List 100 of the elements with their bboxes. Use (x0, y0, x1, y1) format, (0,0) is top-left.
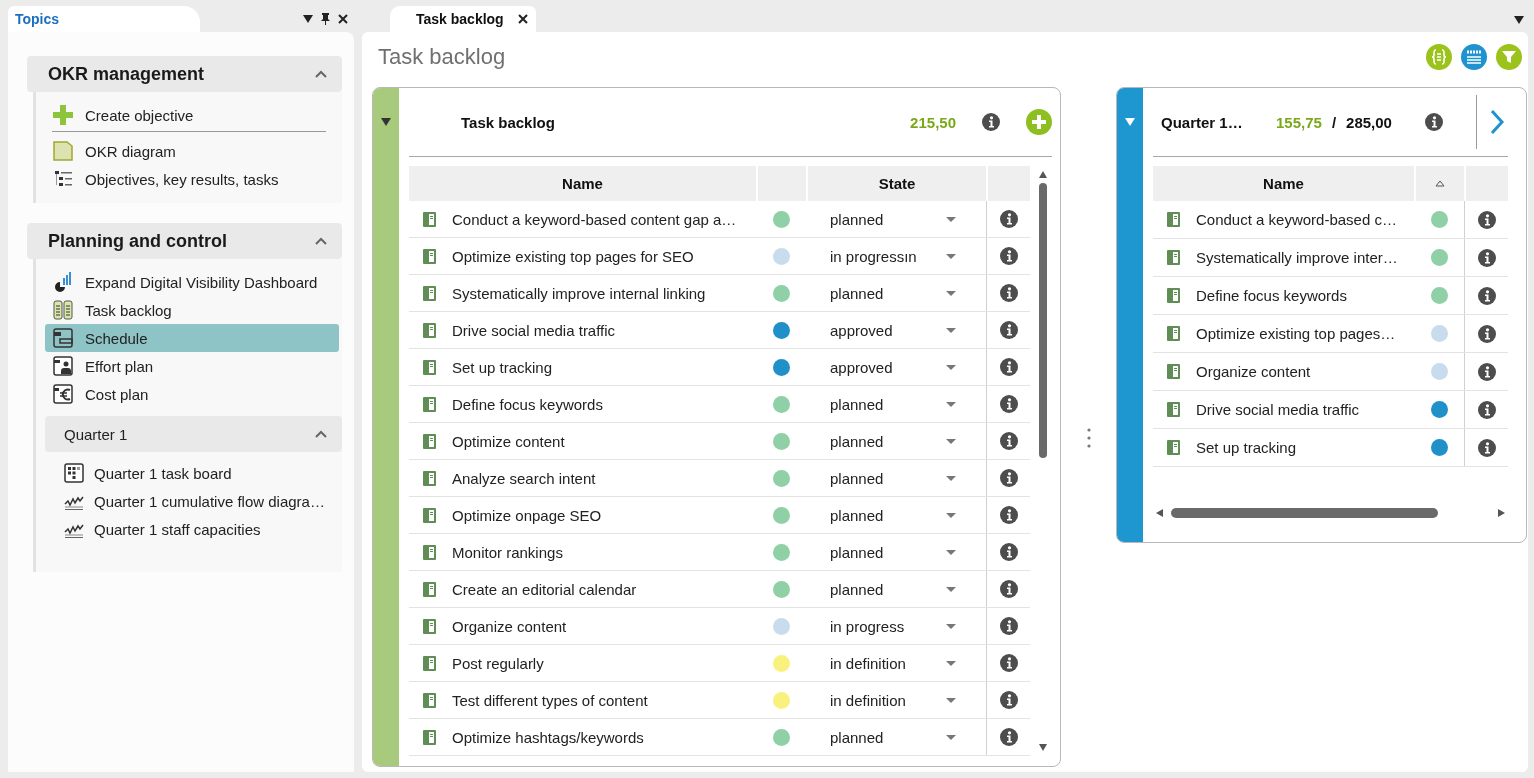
pin-icon[interactable] (321, 13, 330, 25)
plus-icon (53, 105, 73, 125)
scroll-left-icon[interactable] (1156, 509, 1163, 517)
caret-icon[interactable] (381, 117, 391, 127)
section-header[interactable]: OKR management (27, 56, 342, 92)
info-icon[interactable] (999, 728, 1018, 746)
sidebar-item[interactable]: Cost plan (45, 380, 339, 408)
info-icon[interactable] (999, 247, 1018, 265)
chevron-icon[interactable] (315, 70, 327, 78)
state-dropdown[interactable]: in definition (806, 682, 986, 718)
info-icon[interactable] (999, 284, 1018, 302)
info-icon[interactable] (999, 691, 1018, 709)
chart-icon (53, 272, 73, 292)
note-icon (53, 141, 73, 161)
info-icon[interactable] (982, 113, 1000, 131)
document-tab[interactable]: Task backlog (390, 6, 536, 32)
state-dropdown[interactable]: in progress (806, 608, 986, 644)
sidebar-item[interactable]: Expand Digital Visibility Dashboard (45, 268, 339, 296)
state-dropdown[interactable]: approved (806, 312, 986, 348)
info-icon[interactable] (999, 210, 1018, 228)
info-icon[interactable] (999, 506, 1018, 524)
page-title: Task backlog (378, 44, 506, 70)
info-icon[interactable] (1425, 113, 1443, 131)
section-header[interactable]: Planning and control (27, 223, 342, 259)
caret-icon[interactable] (1125, 117, 1135, 127)
sidebar-item[interactable]: Quarter 1 staff capacities (45, 515, 339, 543)
task-name: Systematically improve inter… (1196, 249, 1398, 266)
document-icon (423, 655, 436, 671)
task-name: Conduct a keyword-based c… (1196, 211, 1397, 228)
info-icon[interactable] (1477, 210, 1496, 229)
column-header[interactable]: Name (409, 166, 756, 201)
document-icon (1167, 402, 1180, 417)
info-icon[interactable] (999, 395, 1018, 413)
topics-tab[interactable]: Topics (8, 6, 200, 32)
info-icon[interactable] (999, 358, 1018, 376)
sidebar-item[interactable]: Schedule (45, 324, 339, 352)
info-icon[interactable] (999, 543, 1018, 561)
sidebar-item[interactable]: OKR diagram (45, 137, 339, 165)
caret-icon (946, 253, 956, 259)
sidebar-item[interactable]: Effort plan (45, 352, 339, 380)
scrollbar-thumb[interactable] (1171, 508, 1438, 518)
info-icon[interactable] (1477, 438, 1496, 457)
task-name: Monitor rankings (452, 543, 563, 561)
dropdown-caret-icon[interactable] (303, 15, 313, 23)
column-header[interactable]: State (806, 166, 986, 201)
scrollbar-thumb[interactable] (1039, 183, 1047, 458)
info-icon[interactable] (1477, 248, 1496, 267)
separator-slash: / (1331, 113, 1337, 131)
info-icon[interactable] (1477, 362, 1496, 381)
info-icon[interactable] (999, 321, 1018, 339)
caret-icon (946, 401, 956, 407)
info-icon[interactable] (1477, 400, 1496, 419)
state-dropdown[interactable]: approved (806, 349, 986, 385)
state-dropdown[interactable]: planned (806, 534, 986, 570)
chevron-right-icon[interactable] (1489, 109, 1505, 135)
state-dropdown[interactable]: planned (806, 571, 986, 607)
gantt-icon (53, 328, 73, 348)
caret-icon (946, 660, 956, 666)
state-dropdown[interactable]: planned (806, 719, 986, 755)
task-name: Optimize existing top pages… (1196, 325, 1396, 342)
dropdown-caret-icon[interactable] (1514, 16, 1524, 24)
info-icon[interactable] (999, 617, 1018, 635)
info-icon[interactable] (999, 654, 1018, 672)
info-icon[interactable] (1477, 324, 1496, 343)
card-title: Quarter 1… (1161, 113, 1244, 131)
column-header[interactable]: Name (1153, 166, 1414, 201)
task-name: Optimize hashtags/keywords (452, 728, 644, 746)
document-icon (423, 433, 436, 449)
sidebar-item[interactable]: Quarter 1 cumulative flow diagra… (45, 487, 339, 515)
state-dropdown[interactable]: planned (806, 386, 986, 422)
state-dropdown[interactable]: planned (806, 497, 986, 533)
info-icon[interactable] (999, 432, 1018, 450)
state-dropdown[interactable]: in progressın (806, 238, 986, 274)
info-icon[interactable] (999, 580, 1018, 598)
state-dropdown[interactable]: in definition (806, 645, 986, 681)
task-name: Optimize onpage SEO (452, 506, 602, 524)
sidebar-item[interactable]: Create objective (45, 101, 339, 129)
document-icon (423, 248, 436, 264)
chevron-icon[interactable] (315, 430, 327, 438)
group-header[interactable]: Quarter 1 (45, 416, 342, 452)
sidebar-item[interactable]: Quarter 1 task board (45, 459, 339, 487)
info-icon[interactable] (999, 469, 1018, 487)
sidebar-item[interactable]: Objectives, key results, tasks (45, 165, 339, 193)
state-dropdown[interactable]: planned (806, 201, 986, 237)
scroll-right-icon[interactable] (1498, 509, 1505, 517)
scroll-up-icon[interactable] (1039, 171, 1047, 178)
sidebar-item[interactable]: Task backlog (45, 296, 339, 324)
caret-icon (946, 586, 956, 592)
chevron-icon[interactable] (315, 237, 327, 245)
lines-button[interactable] (1461, 44, 1487, 70)
close-icon[interactable] (517, 14, 528, 24)
state-dropdown[interactable]: planned (806, 423, 986, 459)
state-dropdown[interactable]: planned (806, 460, 986, 496)
close-icon[interactable] (338, 14, 348, 24)
effort-used: 155,75 (1276, 113, 1322, 131)
state-dropdown[interactable]: planned (806, 275, 986, 311)
scroll-down-icon[interactable] (1039, 744, 1047, 751)
info-icon[interactable] (1477, 286, 1496, 305)
drag-handle-icon[interactable] (1086, 428, 1091, 448)
sort-icon[interactable] (1435, 180, 1445, 187)
